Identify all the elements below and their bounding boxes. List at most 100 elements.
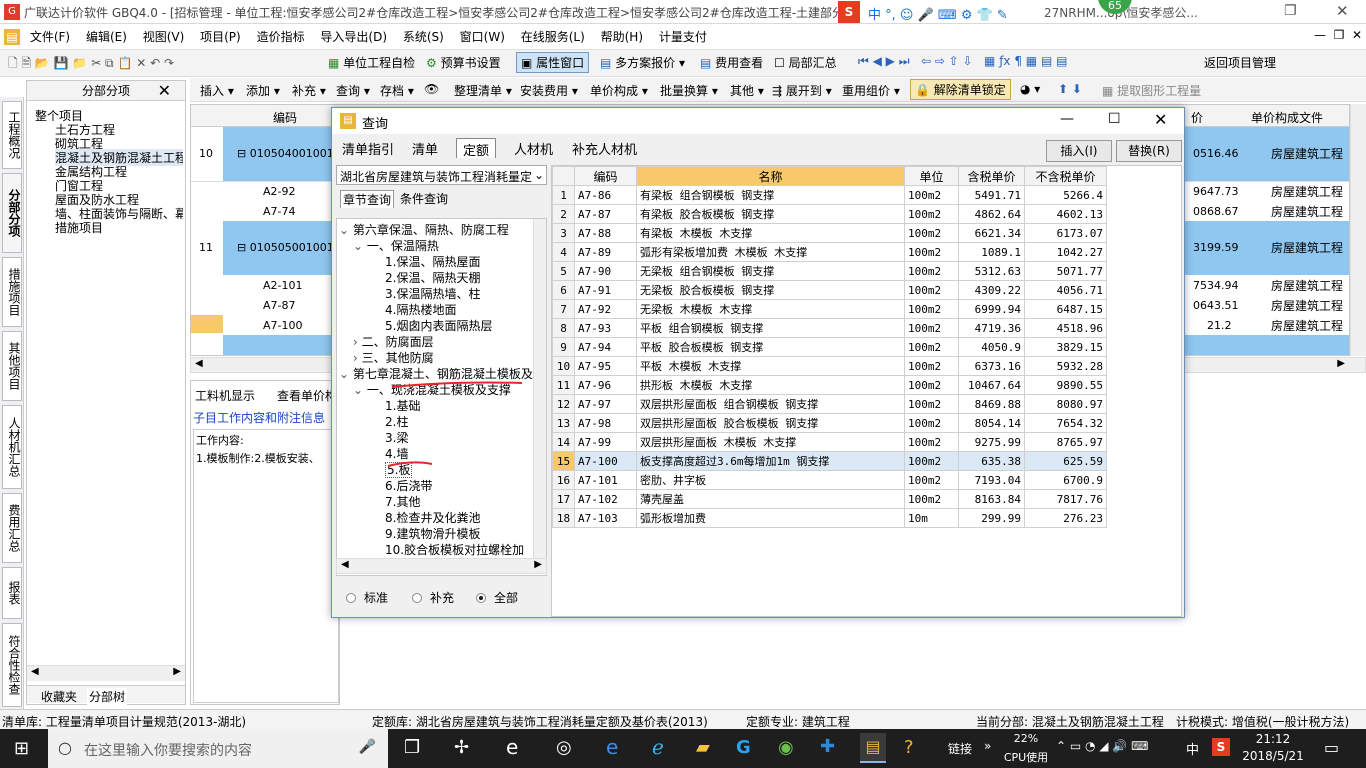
supplement-button[interactable]: 补充 ▾ (292, 82, 326, 99)
table-row[interactable]: 2 A7-87 有梁板 胶合板模板 钢支撑 100m2 4862.64 4602.13 (552, 204, 1107, 224)
chapter-node[interactable]: ⌄ 第六章保温、隔热、防腐工程 (339, 221, 509, 238)
restore-icon[interactable]: ❐ (1284, 3, 1297, 19)
chapter-tree-vscrollbar[interactable] (533, 219, 546, 559)
table-row[interactable]: 11 A7-96 拱形板 木模板 木支撑 100m2 10467.64 9890.55 (552, 375, 1107, 395)
360-icon[interactable]: ◉ (778, 737, 794, 758)
reuse-price-button[interactable]: 重用组价 ▾ (842, 82, 900, 99)
unlock-list-button[interactable]: 🔒 解除清单锁定 (910, 79, 1011, 100)
col-notax-price[interactable]: 不含税单价 (1024, 166, 1107, 186)
table-row[interactable]: 10 A7-95 平板 木模板 木支撑 100m2 6373.16 5932.28 (552, 356, 1107, 376)
chapter-node[interactable]: 1.保温、隔热屋面 (385, 253, 480, 270)
radio-all[interactable]: 全部 (476, 589, 518, 606)
chapter-node[interactable]: 5.烟囱内表面隔热层 (385, 317, 492, 334)
tab-labor-material-summary[interactable]: 人材机汇总 (2, 405, 22, 489)
tab-fee-summary[interactable]: 费用汇总 (2, 493, 22, 563)
binoculars-icon[interactable]: 👁 (424, 82, 439, 96)
tab-report[interactable]: 报表 (2, 567, 22, 619)
table-row[interactable]: 8 A7-93 平板 组合钢模板 钢支撑 100m2 4719.36 4518.96 (552, 318, 1107, 338)
row-code[interactable]: A2-92 (263, 185, 296, 198)
tab-project-overview[interactable]: 工程概况 (2, 101, 22, 169)
add-button[interactable]: 添加 ▾ (246, 82, 280, 99)
table-row[interactable]: 5 A7-90 无梁板 组合钢模板 钢支撑 100m2 5312.63 5071.77 (552, 261, 1107, 281)
table-row[interactable]: 17 A7-102 薄壳屋盖 100m2 8163.84 7817.76 (552, 489, 1107, 509)
chapter-node-selected[interactable]: 5.板 (385, 461, 413, 478)
chapter-node[interactable]: 9.建筑物滑升模板 (385, 525, 480, 542)
menu-import-export[interactable]: 导入导出(D) (314, 24, 393, 45)
chapter-node[interactable]: 2.保温、隔热天棚 (385, 269, 480, 286)
tree-hscrollbar[interactable]: ◀ ▶ (27, 665, 185, 681)
app-pinwheel-icon[interactable]: ✢ (454, 737, 469, 758)
chapter-node[interactable]: 8.检查井及化粪池 (385, 509, 480, 526)
ime-mode[interactable]: 中 °, ☺ 🎤 ⌨ ⚙ 👕 ✎ (868, 4, 1008, 23)
multi-plan-button[interactable]: ▤ 多方案报价 ▾ (600, 54, 685, 71)
other-button[interactable]: 其他 ▾ (730, 82, 764, 99)
chapter-node[interactable]: 10.胶合板模板对拉螺栓加 (385, 541, 524, 558)
tab-compliance-check[interactable]: 符合性检查 (2, 623, 22, 707)
glodon-icon[interactable]: G (736, 737, 751, 758)
table-row[interactable]: 4 A7-89 弧形有梁板增加费 木模板 木支撑 100m2 1089.1 1042.27 (552, 242, 1107, 262)
tab-measures[interactable]: 措施项目 (2, 257, 22, 327)
tab-labor-material[interactable]: 人材机 (508, 138, 559, 158)
menu-file[interactable]: 文件(F) (24, 24, 76, 45)
table-row[interactable]: 18 A7-103 弧形板增加费 10m 299.99 276.23 (552, 508, 1107, 528)
batch-convert-button[interactable]: 批量换算 ▾ (660, 82, 718, 99)
chevron-right-icon[interactable]: » (984, 739, 991, 753)
table-row[interactable]: 16 A7-101 密肋、井字板 100m2 7193.04 6700.9 (552, 470, 1107, 490)
chevron-right-icon[interactable]: › (353, 351, 362, 365)
menu-view[interactable]: 视图(V) (137, 24, 191, 45)
close-icon[interactable]: ✕ (1154, 110, 1167, 129)
expand-to-button[interactable]: ⇶ 展开到 ▾ (772, 82, 832, 99)
links-label[interactable]: 链接 (948, 740, 972, 757)
ie-icon[interactable]: e (506, 735, 518, 759)
sogou-icon[interactable]: S (838, 1, 860, 23)
tab-sub-items[interactable]: 分部分项 (2, 173, 22, 253)
menu-project[interactable]: 项目(P) (194, 24, 247, 45)
ie2-icon[interactable]: ℯ (652, 735, 664, 759)
menu-help[interactable]: 帮助(H) (595, 24, 649, 45)
menu-online[interactable]: 在线服务(L) (515, 24, 591, 45)
budget-settings-button[interactable]: ⚙ 预算书设置 (426, 54, 501, 71)
row-code[interactable]: ⊟ 010505001001 (237, 241, 334, 254)
table-row[interactable]: 7 A7-92 无梁板 木模板 木支撑 100m2 6999.94 6487.15 (552, 299, 1107, 319)
chapter-node[interactable]: 3.保温隔热墙、柱 (385, 285, 480, 302)
chapter-node[interactable]: 6.后浇带 (385, 477, 432, 494)
mdi-controls[interactable]: — ❐ ✕ (1308, 24, 1366, 42)
tab-quota[interactable]: 定额 (456, 138, 497, 159)
close-icon[interactable]: ✕ (1336, 2, 1349, 20)
col-unit[interactable]: 单位 (904, 166, 959, 186)
minimize-icon[interactable]: — (1060, 111, 1074, 127)
browser-icon[interactable]: ◎ (556, 737, 572, 758)
new-icon[interactable]: 🗋 🗎 📂 💾 📁 ✂ ⧉ 📋 ✕ ↶ ↷ (8, 54, 174, 75)
table-row[interactable]: 3 A7-88 有梁板 木模板 木支撑 100m2 6621.34 6173.07 (552, 223, 1107, 243)
tab-list-guide[interactable]: 清单指引 (336, 138, 400, 158)
menu-window[interactable]: 窗口(W) (454, 24, 511, 45)
row-code[interactable]: A7-100 (263, 319, 303, 332)
chapter-node[interactable]: 3.梁 (385, 429, 408, 446)
grid-vscrollbar[interactable] (1350, 104, 1366, 356)
table-row[interactable]: 14 A7-99 双层拱形屋面板 木模板 木支撑 100m2 9275.99 8765.9… (552, 432, 1107, 452)
row-code[interactable]: A7-87 (263, 299, 296, 312)
table-row[interactable]: 12 A7-97 双层拱形屋面板 组合钢模板 钢支撑 100m2 8469.88 8080… (552, 394, 1107, 414)
partial-summary-button[interactable]: ☐ 局部汇总 (774, 54, 837, 71)
chapter-node[interactable]: 1.基础 (385, 397, 420, 414)
chapter-node[interactable]: 2.柱 (385, 413, 408, 430)
edge-icon[interactable]: e (606, 735, 618, 759)
table-row[interactable]: 6 A7-91 无梁板 胶合板模板 钢支撑 100m2 4309.22 4056.71 (552, 280, 1107, 300)
organize-list-button[interactable]: 整理清单 ▾ (454, 82, 512, 99)
chapter-node[interactable]: ⌄ 一、现浇混凝土模板及支撑 (353, 381, 511, 398)
radio-supplement[interactable]: 补充 (412, 589, 454, 606)
windows-start-icon[interactable]: ⊞ (14, 738, 29, 759)
tab-view-unit-price[interactable]: 查看单价构 (277, 387, 337, 404)
close-icon[interactable]: ✕ (158, 81, 171, 101)
install-fee-button[interactable]: 安装费用 ▾ (520, 82, 578, 99)
chapter-node[interactable]: ⌄ 第七章混凝土、钢筋混凝土模板及 (339, 365, 533, 382)
tab-section-tree[interactable]: 分部树 (87, 688, 128, 705)
table-row[interactable]: 15 A7-100 板支撑高度超过3.6m每增加1m 钢支撑 100m2 635.38 6… (552, 451, 1107, 471)
tab-labor-material-display[interactable]: 工料机显示 (195, 387, 255, 404)
up-down-icons[interactable]: ⬆ ⬇ (1058, 82, 1082, 96)
input-lang[interactable]: 中 (1186, 739, 1199, 758)
folder-icon[interactable]: ▰ (696, 737, 710, 758)
chapter-node[interactable]: › 二、防腐面层 (353, 333, 434, 350)
menu-edit[interactable]: 编辑(E) (80, 24, 133, 45)
task-view-icon[interactable]: ❐ (404, 737, 420, 758)
